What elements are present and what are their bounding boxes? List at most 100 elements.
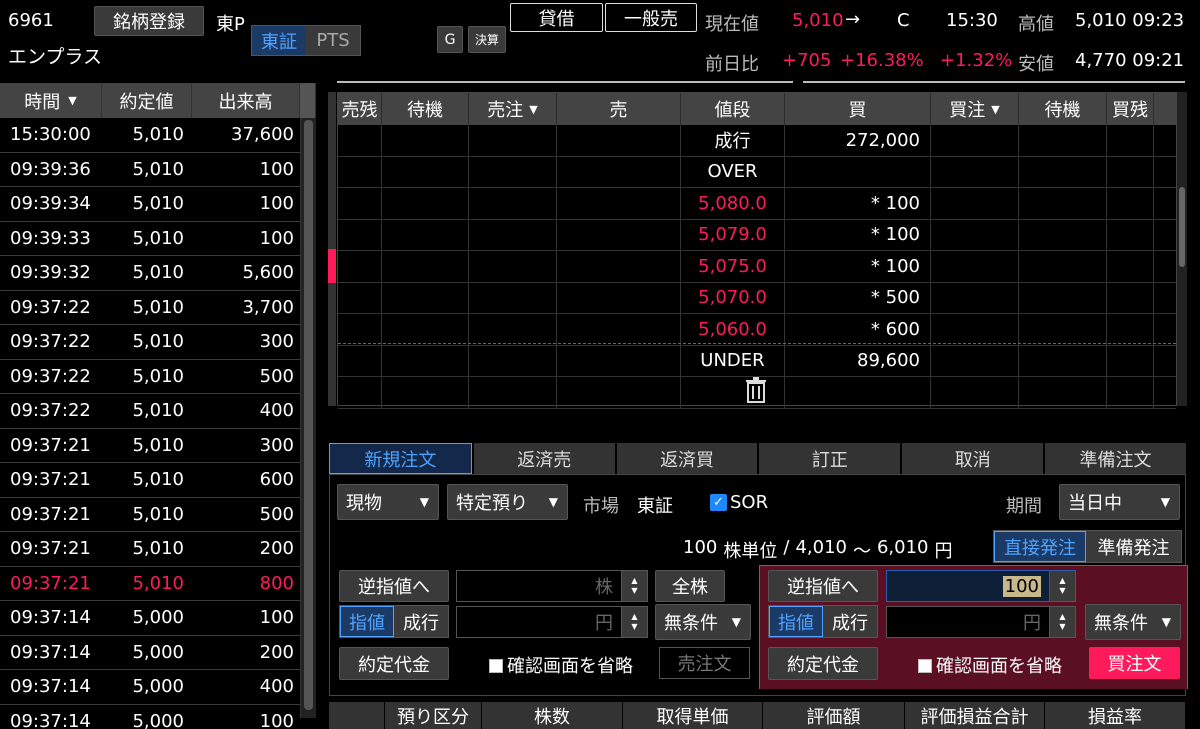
g-button[interactable]: G (437, 26, 463, 53)
sell-limit-button[interactable]: 指値 (340, 606, 394, 637)
board-col-buy-remain[interactable]: 買残 (1107, 93, 1154, 125)
tab-prepared-order[interactable]: 準備注文 (1045, 443, 1186, 474)
lending-button[interactable]: 貸借 (510, 3, 603, 32)
sell-order-type-toggle[interactable]: 指値 成行 (339, 605, 449, 638)
low-label: 安値 (1018, 54, 1054, 75)
sor-checkbox[interactable]: ✓ SOR (710, 492, 768, 513)
board-row[interactable]: 5,080.0 * 100 (338, 188, 1176, 220)
trades-col-volume[interactable]: 出来高 (192, 83, 300, 118)
board-cell (469, 188, 557, 219)
buy-amount-button[interactable]: 約定代金 (768, 647, 878, 680)
buy-reverse-limit-button[interactable]: 逆指値へ (768, 570, 878, 602)
trade-volume: 100 (259, 158, 294, 180)
market-label: 東P (216, 14, 245, 35)
board-row[interactable]: 5,070.0 * 500 (338, 282, 1176, 314)
holdings-col-avg-cost: 取得単価 (623, 702, 763, 729)
board-col-buy[interactable]: 買 (785, 93, 931, 125)
board-row[interactable]: 5,075.0 * 100 (338, 251, 1176, 283)
all-shares-button[interactable]: 全株 (655, 570, 725, 602)
board-row[interactable]: UNDER 89,600 (338, 345, 1176, 377)
board-cell (338, 282, 382, 313)
board-col-sell-remain[interactable]: 売残 (338, 93, 382, 125)
sell-order-button[interactable]: 売注文 (659, 647, 750, 679)
trades-col-time[interactable]: 時間 ▼ (0, 83, 102, 118)
exchange-tse[interactable]: 東証 (252, 26, 306, 55)
trade-volume: 100 (259, 710, 294, 729)
board-row[interactable]: 5,079.0 * 100 (338, 219, 1176, 251)
buy-order-type-toggle[interactable]: 指値 成行 (768, 605, 878, 638)
board-scroll-thumb[interactable] (1179, 187, 1185, 267)
stepper-icon[interactable]: ▲ ▼ (1049, 607, 1075, 637)
buy-limit-button[interactable]: 指値 (769, 606, 823, 637)
board-cell (931, 345, 1019, 376)
sort-down-icon: ▼ (529, 102, 538, 116)
general-sell-button[interactable]: 一般売 (605, 3, 697, 32)
register-button[interactable]: 銘柄登録 (94, 6, 204, 36)
buy-order-button[interactable]: 買注文 (1089, 647, 1180, 679)
board-col-sell[interactable]: 売 (557, 93, 681, 125)
stepper-icon[interactable]: ▲ ▼ (1049, 571, 1075, 601)
table-row: 09:39:33 5,010 100 (0, 222, 300, 256)
exchange-toggle[interactable]: 東証 PTS (251, 25, 361, 56)
trade-price: 5,010 (132, 503, 184, 525)
trades-scrollbar[interactable] (300, 118, 316, 718)
trade-volume: 200 (259, 641, 294, 663)
buy-condition-select[interactable]: 無条件 ▼ (1085, 604, 1181, 640)
period-select[interactable]: 当日中 ▼ (1059, 484, 1180, 520)
direct-dispatch-button[interactable]: 直接発注 (994, 531, 1086, 562)
prepare-dispatch-button[interactable]: 準備発注 (1086, 531, 1181, 562)
board-cell (931, 251, 1019, 282)
board-col-buy-wait[interactable]: 待機 (1019, 93, 1107, 125)
buy-skip-confirm-checkbox[interactable]: 確認画面を省略 (918, 652, 1062, 678)
table-row: 09:37:21 5,010 500 (0, 498, 300, 532)
trade-price: 5,000 (132, 607, 184, 629)
stepper-icon[interactable]: ▲ ▼ (621, 607, 647, 637)
buy-price-input[interactable]: 円 ▲ ▼ (886, 606, 1076, 638)
tab-cancel[interactable]: 取消 (902, 443, 1044, 474)
trash-icon[interactable] (745, 377, 767, 403)
tab-repay-sell[interactable]: 返済売 (473, 443, 615, 474)
stepper-icon[interactable]: ▲ ▼ (621, 571, 647, 601)
board-price: 成行 (681, 125, 785, 156)
trades-scroll-thumb[interactable] (304, 120, 313, 710)
market-field-value: 東証 (637, 496, 673, 517)
exchange-pts[interactable]: PTS (306, 26, 360, 55)
sell-skip-confirm-checkbox[interactable]: 確認画面を省略 (489, 652, 633, 678)
board-col-sell-order[interactable]: 売注 ▼ (469, 93, 557, 125)
sell-market-button[interactable]: 成行 (394, 606, 448, 637)
sell-quantity-input[interactable]: 株 ▲ ▼ (456, 570, 648, 602)
sell-condition-select[interactable]: 無条件 ▼ (655, 604, 751, 640)
board-col-sell-wait[interactable]: 待機 (382, 93, 469, 125)
trade-volume: 200 (259, 538, 294, 560)
board-row[interactable]: 5,060.0 * 600 (338, 314, 1176, 346)
holdings-col-spacer (329, 702, 385, 729)
update-time: 15:30 (946, 10, 998, 31)
sell-reverse-limit-button[interactable]: 逆指値へ (339, 570, 449, 602)
tab-modify[interactable]: 訂正 (759, 443, 901, 474)
buy-market-button[interactable]: 成行 (823, 606, 877, 637)
trade-type-select[interactable]: 現物 ▼ (337, 484, 439, 520)
sell-price-input[interactable]: 円 ▲ ▼ (456, 606, 648, 638)
current-price: 5,010 (792, 10, 844, 31)
account-type-select[interactable]: 特定預り ▼ (447, 484, 568, 520)
board-scrollbar[interactable] (1177, 92, 1187, 406)
period-label: 期間 (1006, 496, 1042, 517)
table-row: 09:37:14 5,000 400 (0, 670, 300, 705)
settlement-button[interactable]: 決算 (468, 26, 506, 53)
board-row[interactable]: OVER (338, 156, 1176, 188)
board-row[interactable]: 成行 272,000 (338, 125, 1176, 157)
trades-scroll-top[interactable] (300, 83, 316, 118)
trade-price: 5,010 (132, 400, 184, 422)
board-cell (1019, 125, 1107, 156)
tab-new-order[interactable]: 新規注文 (329, 443, 472, 474)
buy-quantity-input[interactable]: 100 ▲ ▼ (886, 570, 1076, 602)
board-col-price[interactable]: 値段 (681, 93, 785, 125)
order-tabs: 新規注文 返済売 返済買 訂正 取消 準備注文 (329, 443, 1186, 474)
sell-amount-button[interactable]: 約定代金 (339, 647, 449, 680)
board-col-buy-order[interactable]: 買注 ▼ (931, 93, 1019, 125)
trades-col-price[interactable]: 約定値 (102, 83, 192, 118)
trade-time: 09:37:14 (10, 607, 91, 629)
trade-time: 09:37:22 (10, 365, 91, 387)
dispatch-mode-toggle[interactable]: 直接発注 準備発注 (993, 530, 1182, 563)
tab-repay-buy[interactable]: 返済買 (616, 443, 758, 474)
